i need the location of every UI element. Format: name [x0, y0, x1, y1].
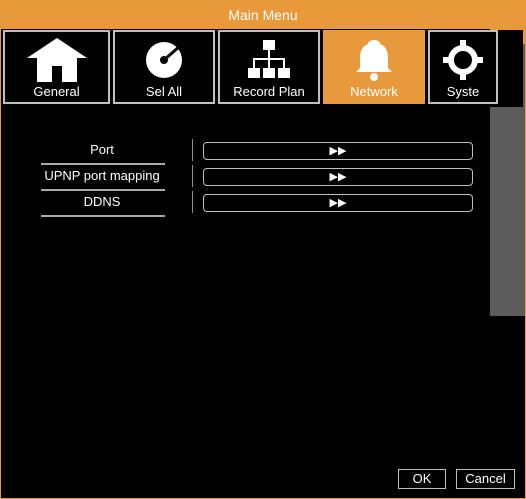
ok-button[interactable]: OK: [398, 469, 446, 489]
footer-buttons: OK Cancel: [398, 469, 515, 489]
network-settings-panel: Port ▶▶ UPNP port mapping ▶▶ DDNS ▶▶: [1, 109, 525, 499]
label-underline: [41, 189, 165, 191]
bell-icon: [325, 36, 423, 84]
label-underline: [41, 163, 165, 165]
setting-label: UPNP port mapping: [44, 168, 160, 183]
window-title: Main Menu: [1, 1, 525, 29]
menu-tabs: General Sel All Record Plan Network Syst…: [3, 30, 523, 107]
tab-label: Syste: [446, 84, 480, 99]
main-menu-window: Main Menu General Sel All Record Plan Ne…: [0, 0, 526, 499]
tab-sel-all[interactable]: Sel All: [113, 30, 215, 104]
home-icon: [5, 36, 108, 84]
tab-label: Record Plan: [233, 84, 305, 99]
label-underline: [41, 215, 165, 217]
hierarchy-icon: [220, 36, 318, 84]
setting-row-port: Port ▶▶: [37, 139, 477, 165]
tab-record-plan[interactable]: Record Plan: [218, 30, 320, 104]
separator: [192, 165, 193, 187]
tab-general[interactable]: General: [3, 30, 110, 104]
tab-system[interactable]: Syste: [428, 30, 498, 104]
tab-label: Network: [350, 84, 398, 99]
setting-row-upnp: UPNP port mapping ▶▶: [37, 165, 477, 191]
separator: [192, 139, 193, 161]
tab-network[interactable]: Network: [323, 30, 425, 104]
disc-icon: [115, 36, 213, 84]
upnp-open-button[interactable]: ▶▶: [203, 168, 473, 186]
port-open-button[interactable]: ▶▶: [203, 142, 473, 160]
tab-label: Sel All: [145, 84, 183, 99]
setting-label: DDNS: [83, 194, 121, 209]
ddns-open-button[interactable]: ▶▶: [203, 194, 473, 212]
tab-label: General: [33, 84, 80, 99]
setting-row-ddns: DDNS ▶▶: [37, 191, 477, 217]
separator: [192, 191, 193, 213]
cancel-button[interactable]: Cancel: [456, 469, 515, 489]
setting-label: Port: [90, 142, 114, 157]
gear-icon: [430, 36, 496, 84]
